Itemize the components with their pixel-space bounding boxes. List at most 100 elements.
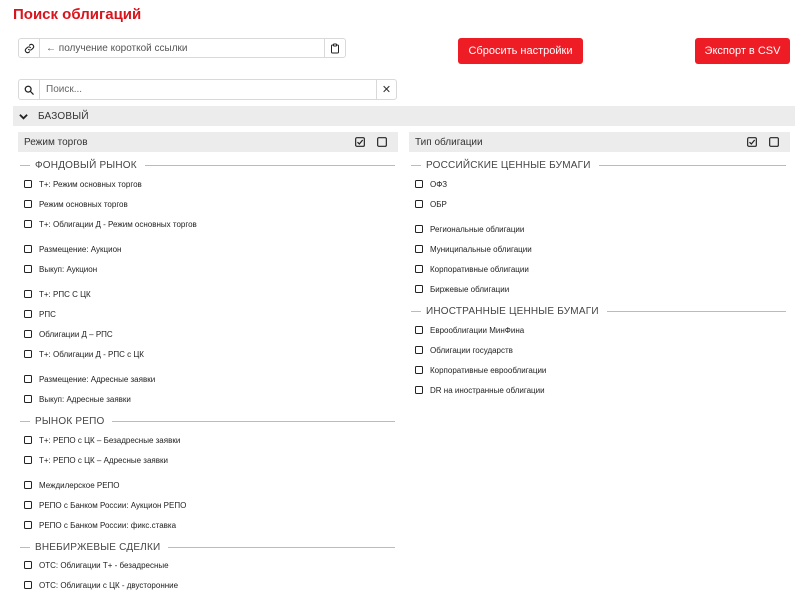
item-label[interactable]: Размещение: Адресные заявки [39,375,155,384]
list-item[interactable]: Корпоративные облигации [415,262,529,276]
list-item[interactable]: OTC: Облигации с ЦК - двусторонние [24,578,178,592]
clipboard-icon[interactable] [324,39,345,57]
item-label[interactable]: Т+: РЕПО с ЦК – Безадресные заявки [39,436,180,445]
list-item[interactable]: Т+: Режим основных торгов [24,177,142,191]
check-all-icon[interactable] [354,136,366,148]
list-item[interactable]: Корпоративные еврооблигации [415,363,546,377]
item-label[interactable]: Т+: Режим основных торгов [39,180,142,189]
checkbox[interactable] [415,265,423,273]
item-label[interactable]: Еврооблигации МинФина [430,326,524,335]
list-item[interactable]: Режим основных торгов [24,197,128,211]
list-item[interactable]: Выкуп: Адресные заявки [24,392,131,406]
list-item[interactable]: Биржевые облигации [415,282,509,296]
list-item[interactable]: OTC: Облигации Т+ - безадресные [24,558,169,572]
list-item[interactable]: ОБР [415,197,447,211]
list-item[interactable]: Облигации Д – РПС [24,327,113,341]
checkbox[interactable] [24,220,32,228]
item-label[interactable]: Размещение: Аукцион [39,245,121,254]
checkbox[interactable] [415,366,423,374]
short-link-text[interactable]: ← получение короткой ссылки [40,39,324,57]
item-label[interactable]: Муниципальные облигации [430,245,532,254]
checkbox[interactable] [415,326,423,334]
item-label[interactable]: РЕПО с Банком России: фикс.ставка [39,521,176,530]
item-label[interactable]: OTC: Облигации Т+ - безадресные [39,561,169,570]
search-input[interactable] [40,80,376,99]
chevron-down-icon[interactable] [13,113,33,120]
checkbox[interactable] [415,386,423,394]
checkbox[interactable] [24,350,32,358]
item-label[interactable]: Корпоративные облигации [430,265,529,274]
item-label[interactable]: Облигации Д – РПС [39,330,113,339]
item-label[interactable]: OTC: Облигации с ЦК - двусторонние [39,581,178,590]
list-item[interactable]: РПС [24,307,56,321]
item-label[interactable]: РПС [39,310,56,319]
list-item[interactable]: Выкуп: Аукцион [24,262,97,276]
item-label[interactable]: Выкуп: Аукцион [39,265,97,274]
checkbox[interactable] [24,330,32,338]
list-item[interactable]: Междилерское РЕПО [24,478,120,492]
section-basic-header[interactable]: БАЗОВЫЙ [13,106,795,126]
list-item[interactable]: Т+: РПС С ЦК [24,287,91,301]
list-item[interactable]: Т+: РЕПО с ЦК – Безадресные заявки [24,433,180,447]
export-csv-button[interactable]: Экспорт в CSV [695,38,790,64]
list-item[interactable]: ОФЗ [415,177,447,191]
list-item[interactable]: Размещение: Адресные заявки [24,372,155,386]
checkbox[interactable] [415,200,423,208]
item-label[interactable]: Т+: Облигации Д - Режим основных торгов [39,220,197,229]
list-item[interactable]: Размещение: Аукцион [24,242,121,256]
checkbox[interactable] [24,245,32,253]
item-label[interactable]: Т+: РЕПО с ЦК – Адресные заявки [39,456,168,465]
item-label[interactable]: ОБР [430,200,447,209]
checkbox[interactable] [24,375,32,383]
list-item[interactable]: Т+: Облигации Д - РПС с ЦК [24,347,144,361]
item-label[interactable]: Т+: РПС С ЦК [39,290,91,299]
list-item[interactable]: РЕПО с Банком России: фикс.ставка [24,518,176,532]
item-label[interactable]: Корпоративные еврооблигации [430,366,546,375]
checkbox[interactable] [415,346,423,354]
checkbox-empty-icon[interactable] [768,136,780,148]
link-icon[interactable] [19,39,40,57]
list-item[interactable]: Муниципальные облигации [415,242,532,256]
list-item[interactable]: Региональные облигации [415,222,524,236]
checkbox[interactable] [24,265,32,273]
checkbox[interactable] [24,395,32,403]
item-label[interactable]: Региональные облигации [430,225,524,234]
search-icon[interactable] [19,80,40,99]
item-label[interactable]: Выкуп: Адресные заявки [39,395,131,404]
item-label[interactable]: Т+: Облигации Д - РПС с ЦК [39,350,144,359]
item-label[interactable]: Биржевые облигации [430,285,509,294]
item-label[interactable]: Междилерское РЕПО [39,481,120,490]
list-item[interactable]: Еврооблигации МинФина [415,323,524,337]
checkbox[interactable] [24,290,32,298]
list-item[interactable]: DR на иностранные облигации [415,383,545,397]
item-label[interactable]: ОФЗ [430,180,447,189]
checkbox[interactable] [24,200,32,208]
list-item[interactable]: РЕПО с Банком России: Аукцион РЕПО [24,498,186,512]
checkbox[interactable] [24,481,32,489]
checkbox[interactable] [415,245,423,253]
list-item[interactable]: Т+: Облигации Д - Режим основных торгов [24,217,197,231]
checkbox[interactable] [415,225,423,233]
checkbox-empty-icon[interactable] [376,136,388,148]
checkbox[interactable] [24,310,32,318]
checkbox[interactable] [415,180,423,188]
item-label[interactable]: РЕПО с Банком России: Аукцион РЕПО [39,501,186,510]
search-field[interactable]: ✕ [18,79,397,100]
item-label[interactable]: DR на иностранные облигации [430,386,545,395]
checkbox[interactable] [24,581,32,589]
checkbox[interactable] [24,456,32,464]
short-link-field[interactable]: ← получение короткой ссылки [18,38,346,58]
list-item[interactable]: Облигации государств [415,343,513,357]
checkbox[interactable] [24,501,32,509]
checkbox[interactable] [24,180,32,188]
close-icon[interactable]: ✕ [376,80,396,99]
checkbox[interactable] [415,285,423,293]
check-all-icon[interactable] [746,136,758,148]
reset-settings-button[interactable]: Сбросить настройки [458,38,583,64]
checkbox[interactable] [24,561,32,569]
checkbox[interactable] [24,436,32,444]
item-label[interactable]: Режим основных торгов [39,200,128,209]
list-item[interactable]: Т+: РЕПО с ЦК – Адресные заявки [24,453,168,467]
item-label[interactable]: Облигации государств [430,346,513,355]
checkbox[interactable] [24,521,32,529]
